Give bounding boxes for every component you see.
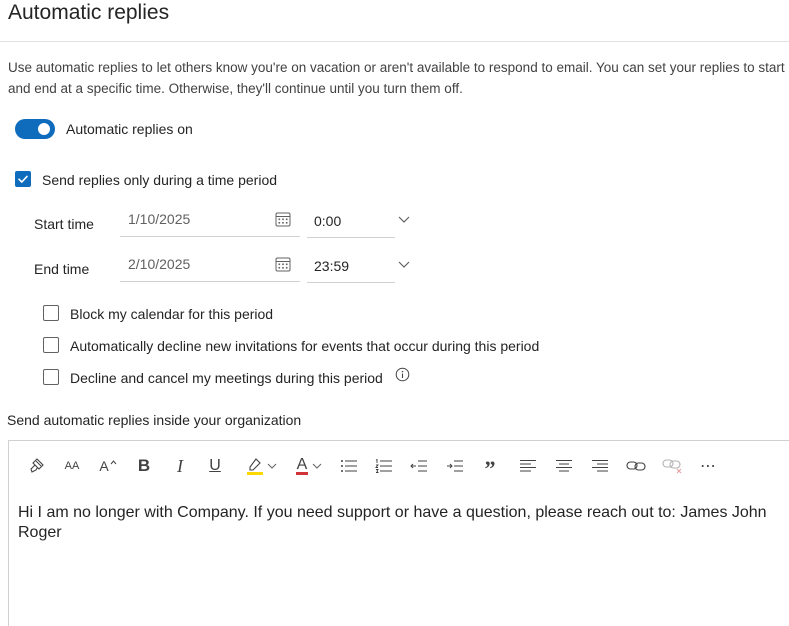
more-icon: ⋯ bbox=[700, 458, 716, 475]
align-left-icon bbox=[520, 460, 536, 472]
start-time-value: 0:00 bbox=[314, 213, 342, 229]
calendar-icon[interactable] bbox=[274, 210, 292, 228]
chevron-down-icon[interactable] bbox=[397, 257, 411, 271]
grow-font-icon: A bbox=[99, 458, 109, 474]
info-icon[interactable] bbox=[395, 367, 410, 382]
align-left-button[interactable] bbox=[518, 455, 538, 477]
reply-message-text[interactable]: Hi I am no longer with Company. If you n… bbox=[18, 503, 783, 543]
end-time-label: End time bbox=[34, 261, 90, 277]
decline-invitations-checkbox[interactable] bbox=[43, 337, 59, 353]
indent-icon bbox=[447, 460, 463, 472]
italic-button[interactable]: I bbox=[171, 455, 189, 477]
end-date-value: 2/10/2025 bbox=[128, 256, 191, 272]
bullets-icon bbox=[341, 460, 357, 472]
automatic-replies-toggle-label: Automatic replies on bbox=[66, 121, 193, 137]
remove-link-button[interactable] bbox=[661, 455, 685, 477]
page-title: Automatic replies bbox=[8, 1, 170, 24]
start-date-value: 1/10/2025 bbox=[128, 211, 191, 227]
decline-invitations-label: Automatically decline new invitations fo… bbox=[70, 338, 540, 354]
start-time-label: Start time bbox=[34, 216, 94, 232]
automatic-replies-toggle[interactable] bbox=[15, 119, 55, 139]
numbering-button[interactable] bbox=[374, 455, 394, 477]
start-date-input[interactable]: 1/10/2025 bbox=[120, 205, 300, 237]
align-center-button[interactable] bbox=[554, 455, 574, 477]
more-options-button[interactable]: ⋯ bbox=[698, 455, 718, 477]
quote-icon: ” bbox=[484, 456, 496, 481]
format-painter-button[interactable] bbox=[27, 455, 47, 477]
font-color-button[interactable]: A bbox=[290, 455, 328, 477]
start-time-input[interactable]: 0:00 bbox=[307, 206, 410, 238]
checkmark-icon bbox=[18, 175, 28, 183]
numbering-icon bbox=[375, 459, 392, 473]
decline-cancel-meetings-checkbox[interactable] bbox=[43, 369, 59, 385]
caret-up-icon bbox=[110, 459, 117, 464]
chevron-down-icon[interactable] bbox=[397, 212, 411, 226]
header-divider bbox=[0, 41, 789, 42]
page-description: Use automatic replies to let others know… bbox=[8, 60, 785, 96]
end-time-input[interactable]: 23:59 bbox=[307, 251, 410, 283]
time-period-checkbox[interactable] bbox=[15, 171, 31, 187]
chevron-down-icon bbox=[312, 463, 322, 469]
block-calendar-label: Block my calendar for this period bbox=[70, 306, 274, 322]
align-right-button[interactable] bbox=[590, 455, 610, 477]
end-time-value: 23:59 bbox=[314, 258, 350, 274]
decrease-indent-button[interactable] bbox=[409, 455, 429, 477]
quote-button[interactable]: ” bbox=[481, 455, 499, 481]
time-period-checkbox-label: Send replies only during a time period bbox=[42, 172, 278, 188]
highlighter-icon bbox=[247, 458, 263, 475]
bullets-button[interactable] bbox=[339, 455, 359, 477]
font-color-icon: A bbox=[295, 456, 309, 475]
underline-icon: U bbox=[209, 457, 221, 474]
bold-icon: B bbox=[137, 456, 151, 475]
remove-link-icon bbox=[662, 459, 682, 474]
inside-org-heading: Send automatic replies inside your organ… bbox=[7, 412, 302, 428]
block-calendar-checkbox[interactable] bbox=[43, 305, 59, 321]
toggle-knob bbox=[38, 123, 50, 135]
link-icon bbox=[626, 461, 646, 471]
increase-indent-button[interactable] bbox=[445, 455, 465, 477]
calendar-icon[interactable] bbox=[274, 255, 292, 273]
font-size-icon: AA bbox=[64, 460, 80, 472]
decline-cancel-meetings-label: Decline and cancel my meetings during th… bbox=[70, 370, 383, 386]
format-painter-icon bbox=[30, 458, 44, 473]
grow-font-button[interactable]: A bbox=[97, 455, 119, 477]
align-right-icon bbox=[592, 460, 608, 472]
insert-link-button[interactable] bbox=[625, 455, 647, 477]
end-date-input[interactable]: 2/10/2025 bbox=[120, 250, 300, 282]
bold-button[interactable]: B bbox=[135, 455, 153, 477]
outdent-icon bbox=[410, 460, 427, 472]
chevron-down-icon bbox=[267, 463, 277, 469]
align-center-icon bbox=[556, 460, 572, 472]
font-size-button[interactable]: AA bbox=[62, 455, 82, 477]
underline-button[interactable]: U bbox=[206, 455, 224, 477]
highlight-button[interactable] bbox=[242, 455, 280, 477]
italic-icon: I bbox=[177, 455, 183, 476]
